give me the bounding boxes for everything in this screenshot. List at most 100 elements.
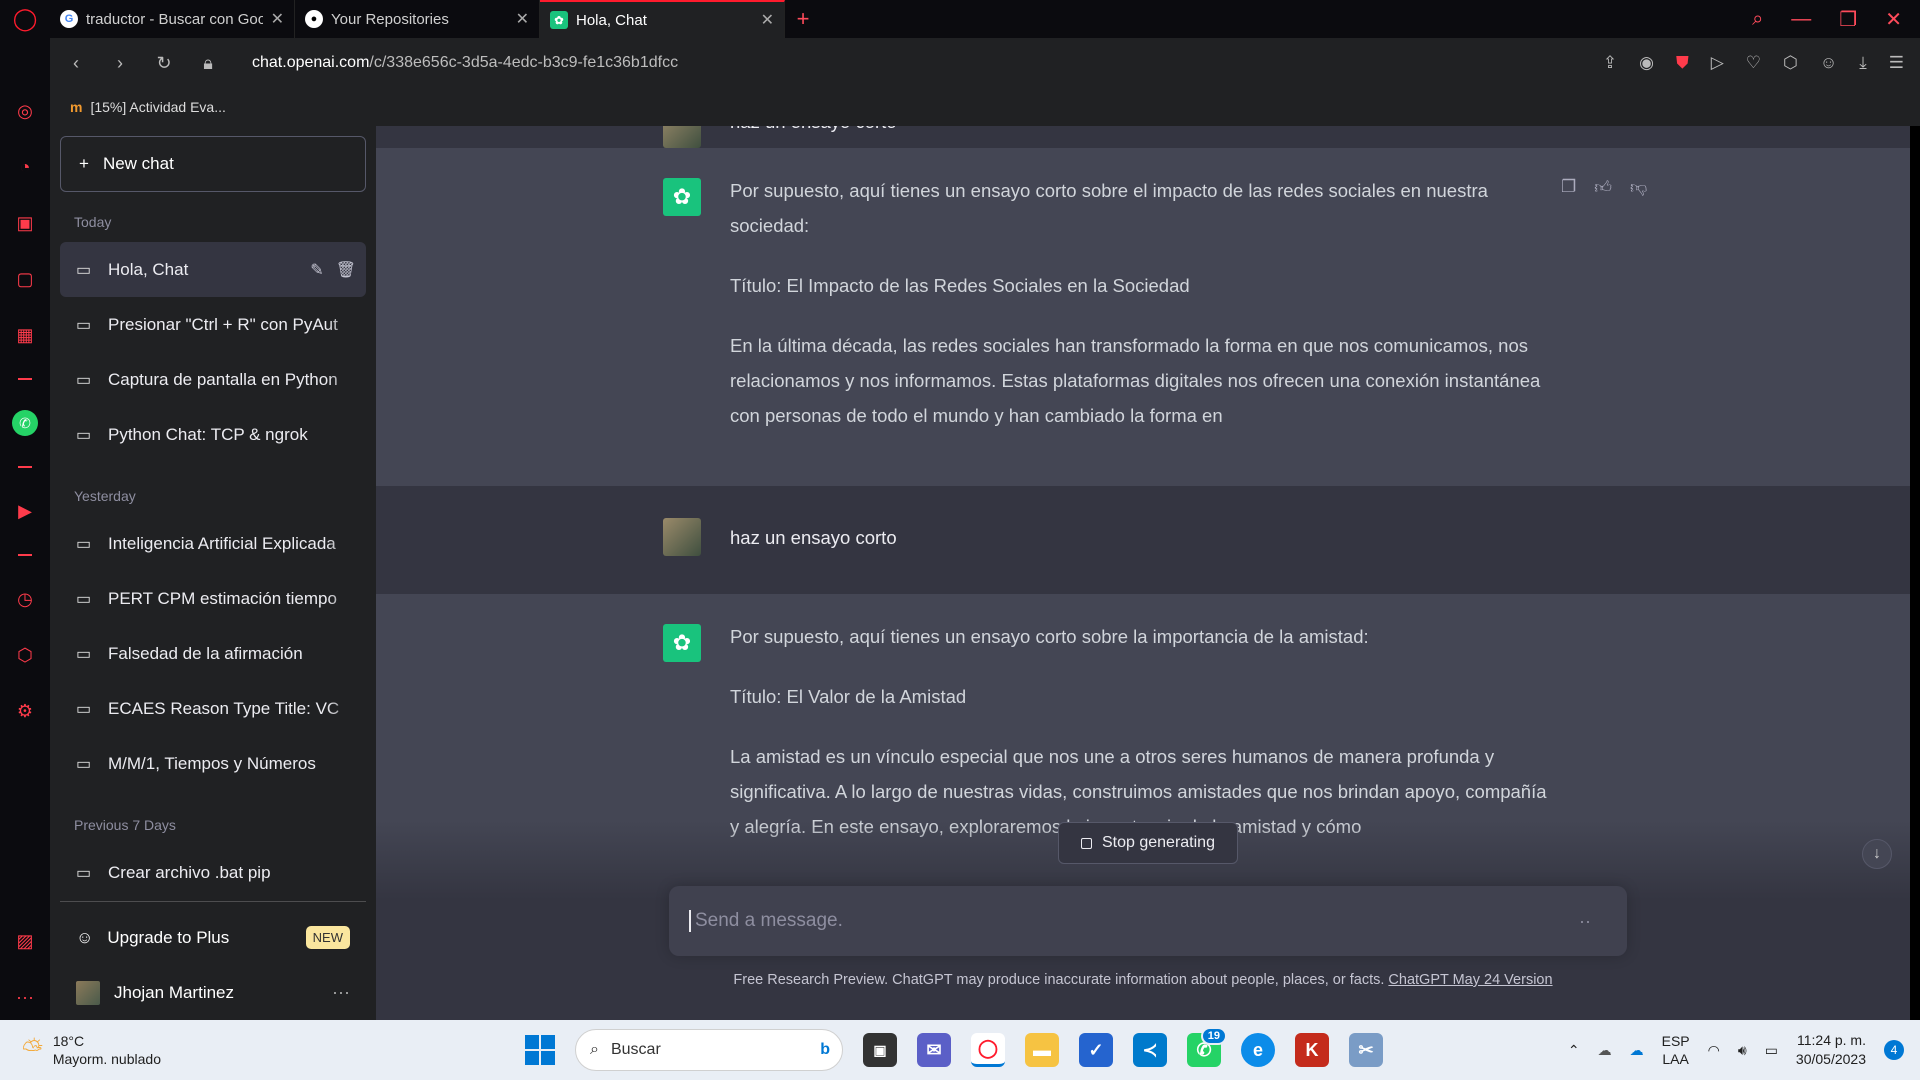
thumbs-down-icon[interactable]: 👎︎ — [1630, 177, 1647, 198]
todo-icon[interactable]: ✓ — [1079, 1033, 1113, 1067]
history-icon[interactable]: ◷ — [12, 586, 38, 612]
snipping-tool-icon[interactable]: ✂ — [1349, 1033, 1383, 1067]
back-icon[interactable]: ‹ — [66, 53, 86, 74]
tab-title: Hola, Chat — [576, 11, 647, 29]
avatar — [663, 518, 701, 556]
chat-item[interactable]: ▭ Inteligencia Artificial Explicada — [60, 516, 366, 571]
chevron-up-icon[interactable]: ⌃ — [1568, 1042, 1580, 1059]
close-tab-icon[interactable]: ✕ — [761, 10, 774, 30]
language-code: ESP — [1661, 1033, 1690, 1049]
cpu-icon[interactable]: ▦ — [12, 322, 38, 348]
speed-dial-icon[interactable]: ◔ — [12, 154, 38, 180]
chat-item[interactable]: ▭ Python Chat: TCP & ngrok — [60, 407, 366, 462]
edit-icon[interactable]: ✎ — [310, 260, 323, 280]
scroll-down-button[interactable]: ↓ — [1862, 839, 1892, 869]
whatsapp-icon[interactable]: ✆ — [12, 410, 38, 436]
opera-logo-icon[interactable]: ◯ — [0, 0, 50, 38]
twitch-icon[interactable]: ▢ — [12, 266, 38, 292]
camera-icon[interactable]: ◉ — [1639, 53, 1654, 73]
chat-item[interactable]: ▭ Crear archivo .bat pip — [60, 845, 366, 900]
close-window-icon[interactable]: ✕ — [1885, 7, 1902, 32]
more-icon[interactable]: ··· — [12, 984, 38, 1010]
paragraph: Título: El Valor de la Amistad — [730, 686, 967, 707]
access-icon[interactable]: K — [1295, 1033, 1329, 1067]
chat-sidebar: + New chat Today ▭ Hola, Chat ✎ 🗑︎ ▭ Pre… — [50, 126, 376, 1020]
chat-item[interactable]: ▭ PERT CPM estimación tiempo — [60, 571, 366, 626]
new-tab-button[interactable]: + — [785, 6, 821, 32]
taskbar-search[interactable]: ⌕ Buscar b — [575, 1029, 843, 1071]
bookmark-item[interactable]: [15%] Actividad Eva... — [90, 99, 225, 115]
thumbs-up-icon[interactable]: 👍︎ — [1594, 177, 1612, 198]
whatsapp-icon[interactable]: ✆ 19 — [1187, 1027, 1227, 1067]
onedrive-icon[interactable]: ☁ — [1630, 1042, 1644, 1059]
new-chat-button[interactable]: + New chat — [60, 136, 366, 192]
user-menu-button[interactable]: Jhojan Martinez ··· — [60, 965, 366, 1020]
notification-badge: 19 — [1200, 1027, 1227, 1045]
gamepad-icon[interactable]: ◎ — [12, 98, 38, 124]
battery-icon[interactable]: ▭ — [1765, 1042, 1778, 1059]
opera-icon[interactable]: ◯ — [971, 1033, 1005, 1067]
more-options-icon[interactable]: ··· — [332, 982, 350, 1003]
extensions-icon[interactable]: ⬡ — [12, 642, 38, 668]
assistant-message: ✿ Por supuesto, aquí tienes un ensayo co… — [376, 148, 1910, 486]
chat-item-label: Falsedad de la afirmación — [108, 643, 303, 663]
version-link[interactable]: ChatGPT May 24 Version — [1388, 972, 1552, 988]
forward-icon[interactable]: › — [110, 53, 130, 74]
easy-setup-icon[interactable]: ☰ — [1889, 53, 1904, 73]
upgrade-button[interactable]: ☺ Upgrade to Plus NEW — [60, 910, 366, 965]
minimize-icon[interactable]: — — [1791, 8, 1811, 31]
conversation-panel: haz un ensayo corto ✿ Por supuesto, aquí… — [376, 126, 1910, 1020]
heart-icon[interactable]: ♡ — [1746, 53, 1761, 73]
reload-icon[interactable]: ↻ — [154, 53, 174, 74]
close-tab-icon[interactable]: ✕ — [516, 9, 529, 29]
adblock-shield-icon[interactable]: ⛊ — [1676, 53, 1689, 73]
chat-bubble-icon: ▭ — [76, 426, 92, 444]
weather-widget[interactable]: ⛅︎ 18°C Mayorm. nublado — [0, 1032, 240, 1068]
volume-icon[interactable]: 🔊︎ — [1738, 1042, 1747, 1059]
cube-icon[interactable]: ⬡ — [1783, 53, 1798, 73]
player-icon[interactable]: ▶ — [12, 498, 38, 524]
teams-chat-icon[interactable]: ✉ — [917, 1033, 951, 1067]
download-icon[interactable]: ⤓ — [1859, 53, 1867, 73]
edge-icon[interactable]: e — [1241, 1033, 1275, 1067]
share-icon[interactable]: ⇪ — [1603, 53, 1617, 73]
trash-icon[interactable]: 🗑︎ — [336, 260, 356, 280]
message-input[interactable] — [689, 910, 1549, 932]
wifi-icon[interactable]: ◠ — [1708, 1042, 1720, 1059]
language-indicator[interactable]: ESP LAA — [1662, 1032, 1690, 1068]
chat-item-label: Inteligencia Artificial Explicada — [108, 533, 336, 553]
plus-icon: + — [79, 154, 89, 173]
profile-icon[interactable]: ☺ — [1820, 53, 1837, 73]
url-field[interactable]: chat.openai.com/c/338e656c-3d5a-4edc-b3c… — [252, 54, 678, 72]
file-explorer-icon[interactable]: ▬ — [1025, 1033, 1059, 1067]
chat-item[interactable]: ▭ Falsedad de la afirmación — [60, 626, 366, 681]
send-icon[interactable]: ▷ — [1711, 53, 1724, 73]
chat-item[interactable]: ▭ M/M/1, Tiempos y Números — [60, 736, 366, 791]
tab-chatgpt[interactable]: ✿ Hola, Chat ✕ — [540, 0, 785, 38]
chatgpt-icon: ✿ — [663, 178, 701, 216]
tab-github[interactable]: ● Your Repositories ✕ — [295, 0, 540, 38]
chat-item[interactable]: ▭ Hola, Chat ✎ 🗑︎ — [60, 242, 366, 297]
settings-icon[interactable]: ⚙ — [12, 698, 38, 724]
close-tab-icon[interactable]: ✕ — [271, 9, 284, 29]
user-message: haz un ensayo corto — [376, 126, 1910, 148]
chat-item[interactable]: ▭ Presionar "Ctrl + R" con PyAut — [60, 297, 366, 352]
bag-icon[interactable]: ▣ — [12, 210, 38, 236]
chat-item[interactable]: ▭ Captura de pantalla en Python — [60, 352, 366, 407]
notification-count[interactable]: 4 — [1884, 1040, 1904, 1060]
chat-item[interactable]: ▭ ECAES Reason Type Title: VC — [60, 681, 366, 736]
task-view-icon[interactable]: ▣ — [863, 1033, 897, 1067]
clock[interactable]: 11:24 p. m. 30/05/2023 — [1796, 1031, 1866, 1069]
tab-title: traductor - Buscar con Goo — [86, 10, 263, 28]
windows-start-icon[interactable] — [525, 1035, 555, 1065]
copy-icon[interactable]: ❐ — [1561, 177, 1576, 198]
search-tabs-icon[interactable]: ⌕ — [1752, 8, 1763, 31]
section-label-yesterday: Yesterday — [74, 488, 136, 504]
tab-google[interactable]: G traductor - Buscar con Goo ✕ — [50, 0, 295, 38]
vscode-icon[interactable]: ≺ — [1133, 1033, 1167, 1067]
cloud-icon[interactable]: ☁ — [1598, 1042, 1612, 1059]
stop-generating-button[interactable]: Stop generating — [1058, 822, 1238, 864]
gallery-icon[interactable]: ▨ — [12, 928, 38, 954]
avatar — [76, 980, 100, 1005]
restore-icon[interactable]: ❐ — [1839, 7, 1857, 32]
